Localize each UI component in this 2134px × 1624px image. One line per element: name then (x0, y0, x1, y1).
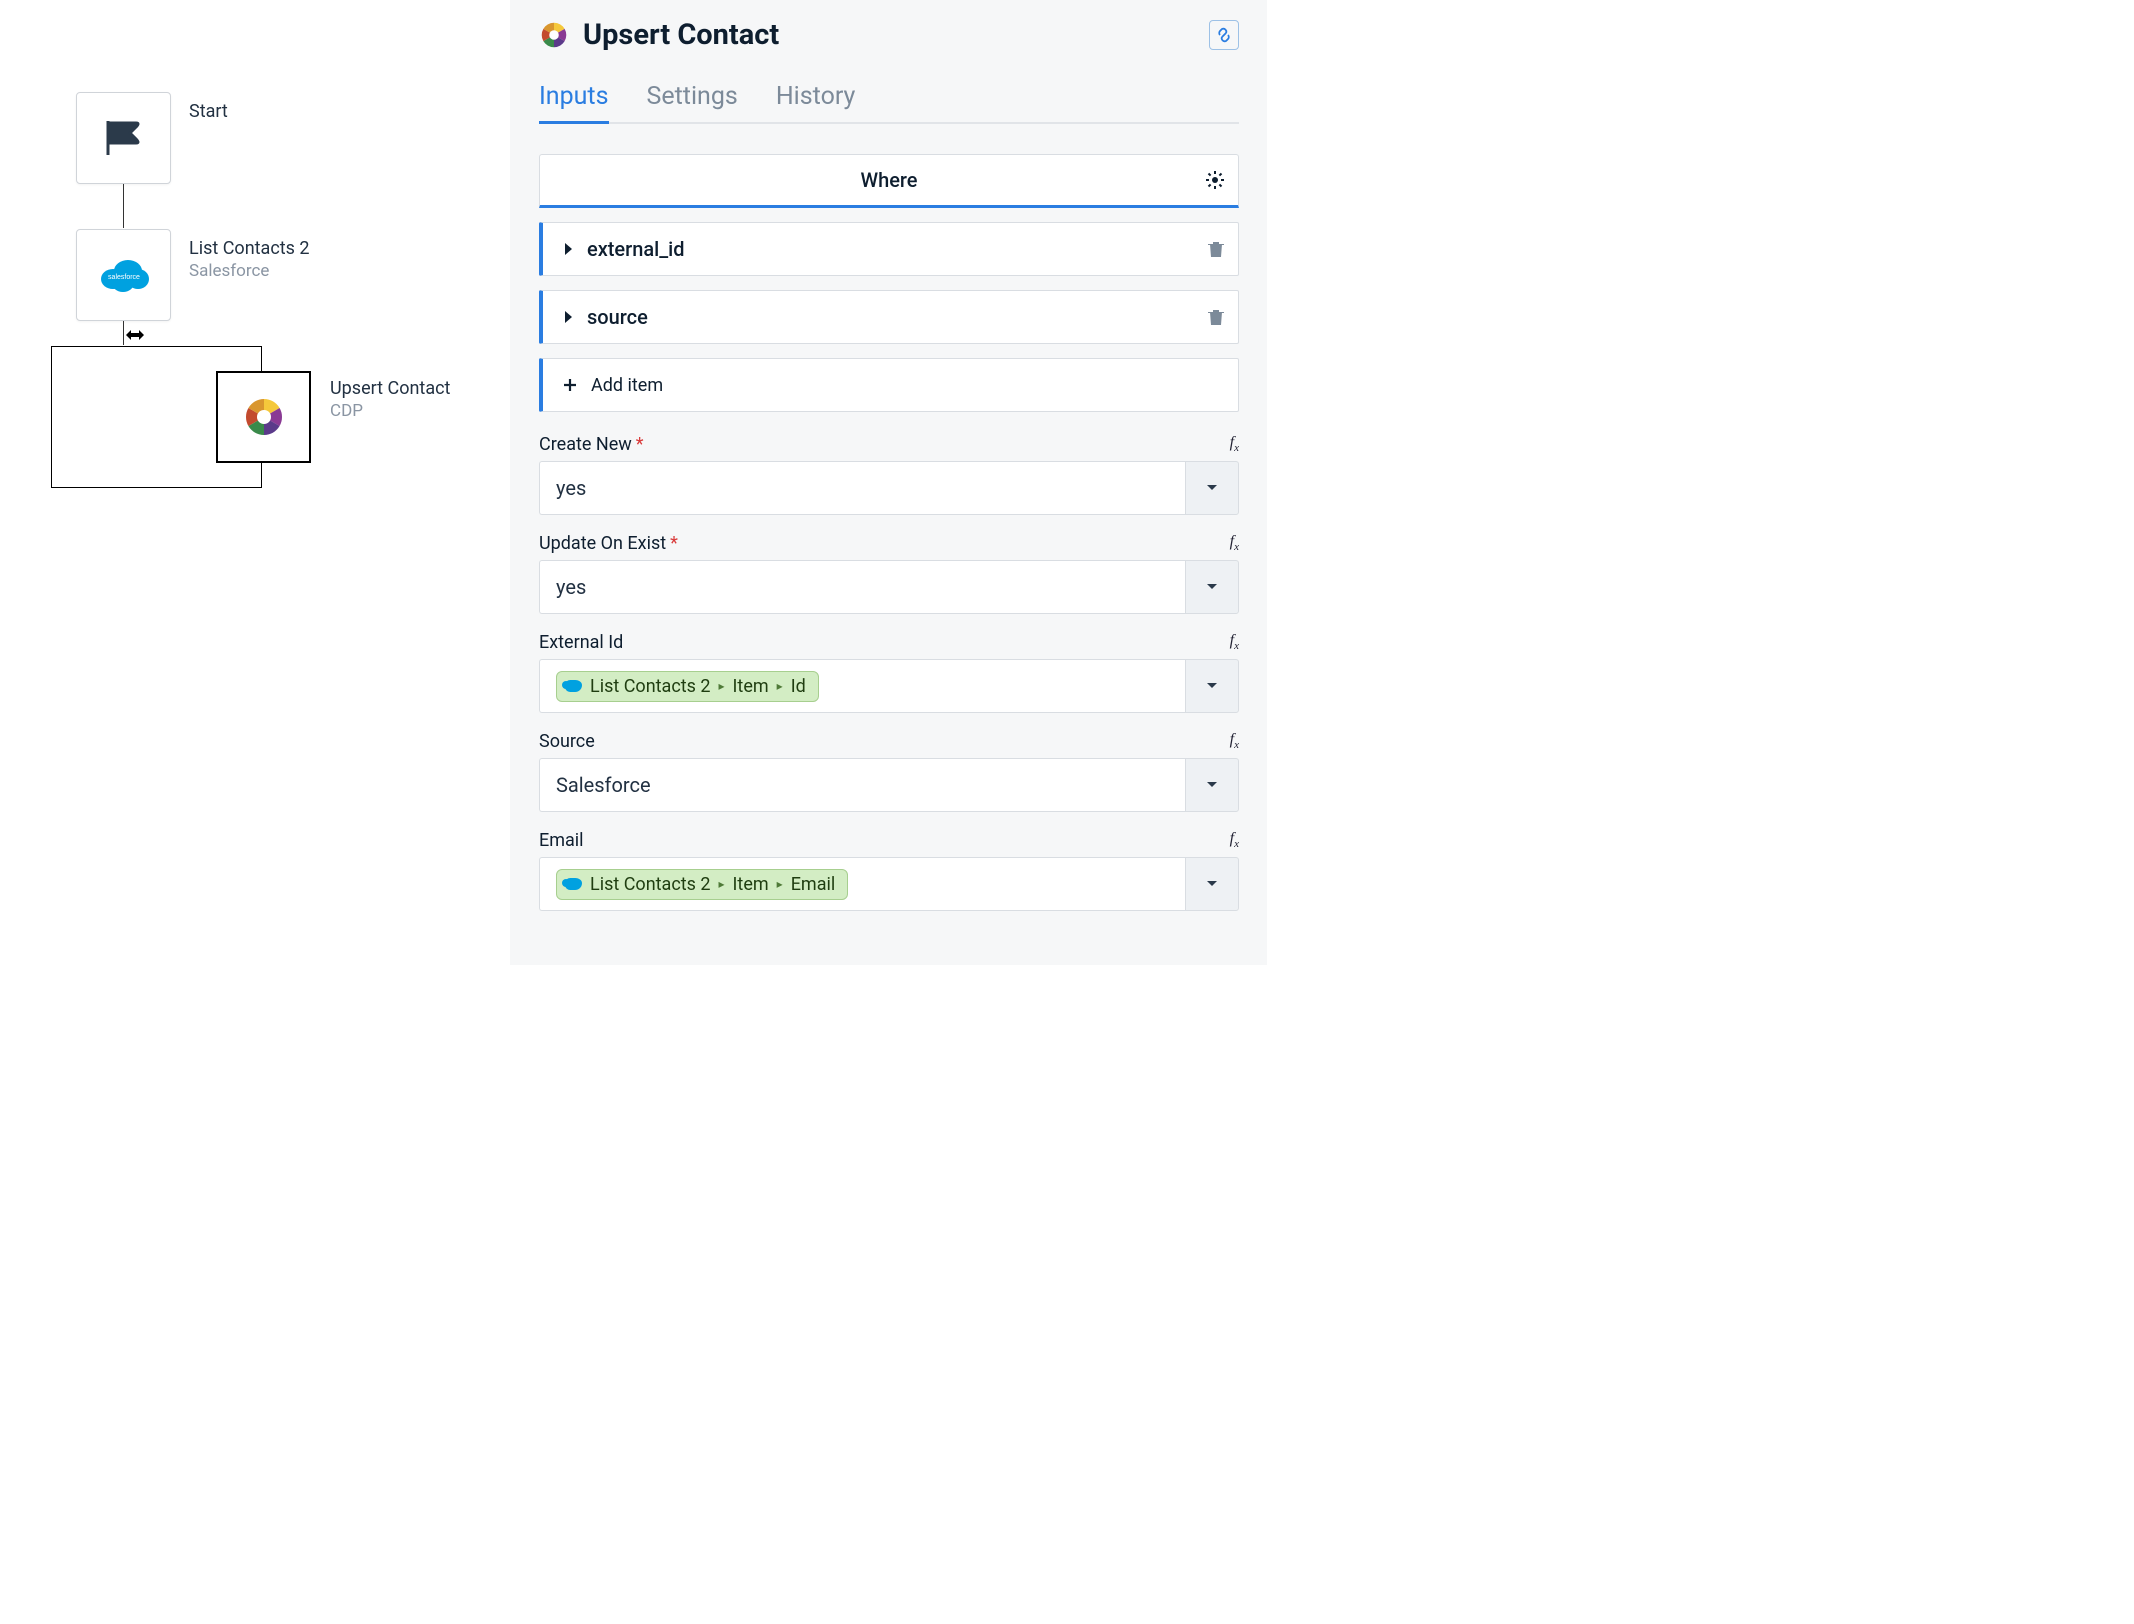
node-upsert-contact[interactable] (216, 371, 311, 463)
where-header[interactable]: Where (539, 154, 1239, 208)
required-indicator: * (670, 533, 678, 554)
node-list-contacts-sub: Salesforce (189, 261, 389, 281)
pill-source: List Contacts 2 (590, 676, 711, 697)
pill-separator-icon: ▸ (719, 877, 725, 891)
node-list-contacts-title: List Contacts 2 (189, 238, 389, 259)
chevron-right-icon (563, 242, 573, 256)
dropdown-toggle[interactable] (1185, 857, 1239, 911)
field-label: Source (539, 731, 595, 752)
pill-seg: Item (733, 874, 769, 895)
reference-pill[interactable]: List Contacts 2 ▸ Item ▸ Email (556, 869, 848, 900)
delete-button[interactable] (1208, 240, 1224, 258)
salesforce-icon: salesforce (98, 257, 150, 293)
dropdown-toggle[interactable] (1185, 758, 1239, 812)
node-start-label: Start (189, 101, 389, 122)
email-input[interactable]: List Contacts 2 ▸ Item ▸ Email (539, 857, 1185, 911)
pill-source: List Contacts 2 (590, 874, 711, 895)
field-email: Email fx List Contacts 2 ▸ Item ▸ Email (539, 830, 1239, 911)
pill-seg: Item (733, 676, 769, 697)
svg-text:salesforce: salesforce (108, 274, 140, 281)
loop-icon (125, 329, 147, 345)
required-indicator: * (636, 434, 644, 455)
dropdown-toggle[interactable] (1185, 560, 1239, 614)
where-item-external-id[interactable]: external_id (539, 222, 1239, 276)
fx-toggle[interactable]: fx (1230, 434, 1239, 454)
node-start[interactable]: Start (76, 92, 171, 184)
delete-button[interactable] (1208, 308, 1224, 326)
panel-header: Upsert Contact (539, 18, 1239, 52)
node-upsert-title: Upsert Contact (330, 378, 530, 399)
salesforce-icon (565, 680, 582, 692)
field-label: Email (539, 830, 584, 851)
node-list-contacts[interactable]: salesforce List Contacts 2 Salesforce (76, 229, 171, 321)
field-label: Create New (539, 434, 632, 455)
caret-down-icon (1206, 682, 1218, 690)
pill-separator-icon: ▸ (777, 679, 783, 693)
caret-down-icon (1206, 583, 1218, 591)
where-item-source[interactable]: source (539, 290, 1239, 344)
pill-separator-icon: ▸ (777, 877, 783, 891)
panel-title: Upsert Contact (583, 18, 779, 52)
tab-settings[interactable]: Settings (647, 76, 738, 124)
pill-seg: Id (791, 676, 806, 697)
dropdown-toggle[interactable] (1185, 461, 1239, 515)
field-label: External Id (539, 632, 623, 653)
flag-icon (103, 119, 145, 157)
fx-toggle[interactable]: fx (1230, 632, 1239, 652)
dropdown-toggle[interactable] (1185, 659, 1239, 713)
source-input[interactable]: Salesforce (539, 758, 1185, 812)
reference-pill[interactable]: List Contacts 2 ▸ Item ▸ Id (556, 671, 819, 702)
connector (123, 321, 124, 345)
fx-toggle[interactable]: fx (1230, 830, 1239, 850)
fx-toggle[interactable]: fx (1230, 533, 1239, 553)
where-item-label: external_id (587, 237, 685, 261)
salesforce-icon (565, 878, 582, 890)
link-icon (1216, 27, 1232, 43)
tab-inputs[interactable]: Inputs (539, 76, 609, 124)
update-on-exist-input[interactable]: yes (539, 560, 1185, 614)
plus-icon (563, 378, 577, 392)
input-value: yes (556, 575, 586, 599)
fx-toggle[interactable]: fx (1230, 731, 1239, 751)
where-title: Where (540, 168, 1238, 192)
add-item-label: Add item (591, 375, 663, 396)
flow-canvas[interactable]: Start salesforce List Contacts 2 Salesfo… (0, 0, 510, 965)
where-item-label: source (587, 305, 648, 329)
loop-container[interactable] (51, 346, 262, 488)
external-id-input[interactable]: List Contacts 2 ▸ Item ▸ Id (539, 659, 1185, 713)
field-update-on-exist: Update On Exist * fx yes (539, 533, 1239, 614)
create-new-input[interactable]: yes (539, 461, 1185, 515)
tab-history[interactable]: History (776, 76, 856, 124)
pill-seg: Email (791, 874, 836, 895)
field-create-new: Create New * fx yes (539, 434, 1239, 515)
node-upsert-sub: CDP (330, 401, 530, 421)
pill-separator-icon: ▸ (719, 679, 725, 693)
input-value: yes (556, 476, 586, 500)
field-label: Update On Exist (539, 533, 666, 554)
add-item-button[interactable]: Add item (539, 358, 1239, 412)
link-button[interactable] (1209, 20, 1239, 50)
field-external-id: External Id fx List Contacts 2 ▸ Item ▸ … (539, 632, 1239, 713)
cdp-icon (242, 395, 286, 439)
chevron-right-icon (563, 310, 573, 324)
config-panel: Upsert Contact Inputs Settings History W… (510, 0, 1267, 965)
caret-down-icon (1206, 484, 1218, 492)
tab-bar: Inputs Settings History (539, 76, 1239, 124)
caret-down-icon (1206, 880, 1218, 888)
field-source: Source fx Salesforce (539, 731, 1239, 812)
connector (123, 184, 124, 228)
cdp-icon (539, 20, 569, 50)
input-value: Salesforce (556, 773, 651, 797)
gear-icon[interactable] (1206, 171, 1224, 189)
caret-down-icon (1206, 781, 1218, 789)
